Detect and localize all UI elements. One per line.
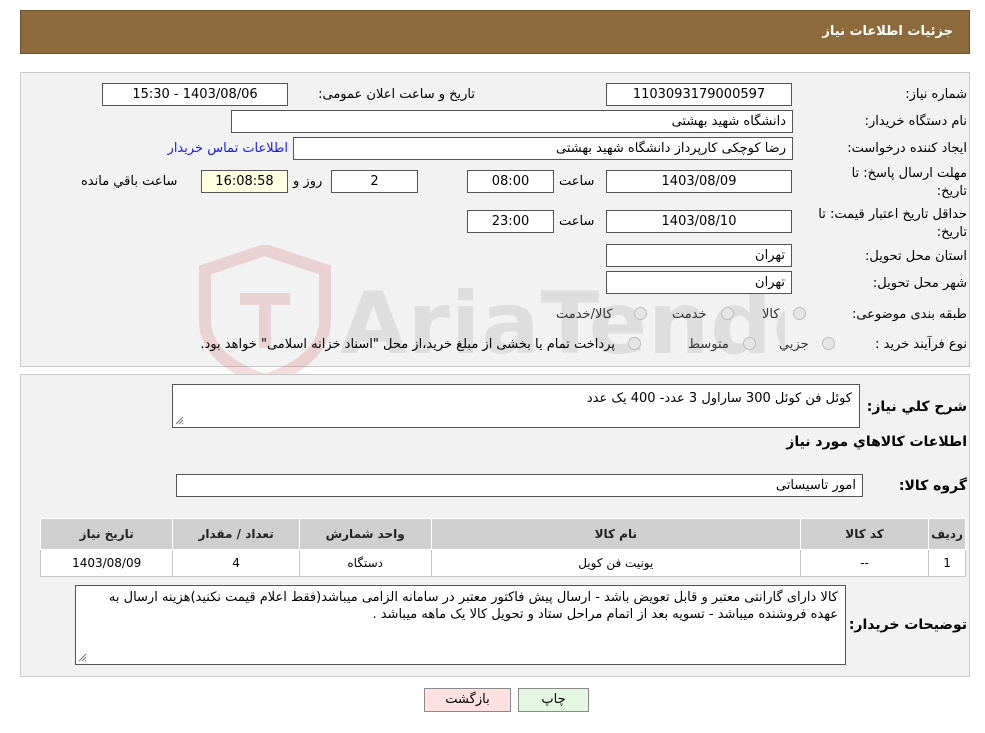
description-field: کوئل فن کوئل 300 ساراول 3 عدد- 400 یک عد… (172, 384, 860, 428)
province-label: استان محل تحویل: (865, 249, 967, 264)
buyer-contact-link[interactable]: اطلاعات تماس خریدار (168, 141, 288, 156)
process-option-minor: جزیي (779, 337, 809, 352)
days-field: 2 (331, 170, 418, 193)
remaining-label: ساعت باقي مانده (81, 174, 178, 189)
category-radio-goods[interactable] (793, 307, 806, 320)
validity-time-label: ساعت (559, 214, 595, 229)
col-header-code: کد کالا (800, 518, 930, 550)
col-header-date: تاریخ نیاز (39, 518, 174, 550)
need-number-label: شماره نیاز: (905, 87, 967, 102)
category-radio-goods-service[interactable] (634, 307, 647, 320)
process-label: نوع فرآیند خرید : (875, 337, 967, 352)
cell-name: یونیت فن کویل (430, 549, 802, 577)
process-radio-medium[interactable] (743, 337, 756, 350)
creator-label: ایجاد کننده درخواست: (847, 141, 967, 156)
col-header-name: نام کالا (430, 518, 802, 550)
validity-label: حداقل تاریخ اعتبار قیمت: تا (818, 207, 967, 222)
page-header: جزئیات اطلاعات نیاز (20, 10, 970, 54)
buyer-label: نام دستگاه خریدار: (864, 114, 967, 129)
remaining-time-field: 16:08:58 (201, 170, 288, 193)
cell-date: 1403/08/09 (39, 549, 174, 577)
buyer-notes-field: کالا دارای گارانتی معتبر و قابل تعویض با… (75, 585, 846, 665)
buyer-notes-label: توضیحات خریدار: (848, 617, 967, 633)
cell-unit: دستگاه (298, 549, 432, 577)
process-note: پرداخت تمام یا بخشی از مبلغ خرید،از محل … (200, 337, 615, 352)
city-label: شهر محل تحویل: (872, 276, 967, 291)
validity-label-date: تاریخ: (936, 225, 967, 240)
deadline-label-date: تاریخ: (936, 184, 967, 199)
col-header-quantity: تعداد / مقدار (172, 518, 300, 550)
category-option-goods: کالا (762, 307, 780, 322)
back-button[interactable]: بازگشت (424, 688, 511, 712)
watermark-emblem-icon (199, 245, 331, 385)
cell-quantity: 4 (172, 549, 300, 577)
goods-group-field: امور تاسیساتی (176, 474, 863, 497)
description-label: شرح کلي نیاز: (866, 399, 967, 415)
process-radio-treasury[interactable] (628, 337, 641, 350)
deadline-time-field: 08:00 (467, 170, 554, 193)
table-row: 1 -- یونیت فن کویل دستگاه 4 1403/08/09 (39, 549, 966, 577)
category-label: طبقه بندی موضوعی: (851, 307, 967, 322)
goods-info-title: اطلاعات کالاهاي مورد نیاز (786, 434, 967, 450)
goods-group-label: گروه کالا: (898, 478, 967, 494)
category-radio-service[interactable] (721, 307, 734, 320)
process-option-medium: متوسط (688, 337, 729, 352)
description-text: کوئل فن کوئل 300 ساراول 3 عدد- 400 یک عد… (586, 391, 852, 406)
announce-field: 1403/08/06 - 15:30 (102, 83, 288, 106)
validity-time-field: 23:00 (467, 210, 554, 233)
col-header-row-number: ردیف (928, 518, 966, 550)
deadline-date-field: 1403/08/09 (606, 170, 792, 193)
category-option-goods-service: کالا/خدمت (556, 307, 613, 322)
buyer-field: دانشگاه شهید بهشتی (231, 110, 793, 133)
deadline-label: مهلت ارسال پاسخ: تا (851, 166, 967, 181)
process-radio-minor[interactable] (822, 337, 835, 350)
category-option-service: خدمت (672, 307, 707, 322)
deadline-time-label: ساعت (559, 174, 595, 189)
page-title: جزئیات اطلاعات نیاز (822, 24, 953, 39)
province-field: تهران (606, 244, 792, 267)
city-field: تهران (606, 271, 792, 294)
creator-field: رضا کوچکی کارپرداز دانشگاه شهید بهشتی (293, 137, 793, 160)
validity-date-field: 1403/08/10 (606, 210, 792, 233)
cell-row-number: 1 (928, 549, 966, 577)
cell-code: -- (800, 549, 930, 577)
col-header-unit: واحد شمارش (298, 518, 432, 550)
items-table: ردیف کد کالا نام کالا واحد شمارش تعداد /… (39, 518, 966, 577)
table-header-row: ردیف کد کالا نام کالا واحد شمارش تعداد /… (39, 518, 966, 550)
print-button[interactable]: چاپ (518, 688, 589, 712)
days-label: روز و (293, 174, 323, 189)
announce-label: تاریخ و ساعت اعلان عمومی: (318, 87, 475, 102)
need-number-field: 1103093179000597 (606, 83, 792, 106)
resize-grip-icon[interactable] (175, 416, 184, 425)
resize-grip-icon[interactable] (78, 653, 87, 662)
buyer-notes-text: کالا دارای گارانتی معتبر و قابل تعویض با… (108, 590, 838, 622)
